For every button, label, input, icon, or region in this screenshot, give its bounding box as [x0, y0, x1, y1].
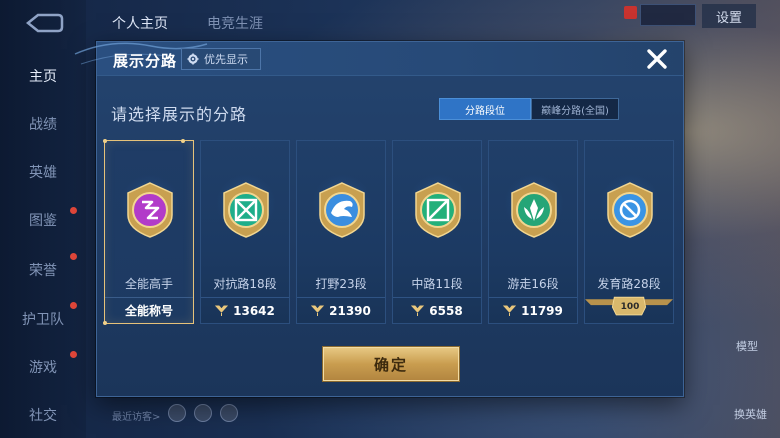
gear-icon: [187, 53, 199, 65]
lane-card-footer: 11799: [489, 297, 577, 323]
nav-item-honor[interactable]: 荣誉: [0, 260, 86, 280]
lane-score: 21390: [329, 303, 371, 318]
nav-item-games[interactable]: 游戏: [0, 357, 86, 377]
dialog-subtitle: 请选择展示的分路: [111, 105, 248, 124]
priority-display-button[interactable]: 优先显示: [181, 48, 261, 70]
clash-lane-emblem-icon: [223, 182, 269, 238]
avatar[interactable]: [220, 404, 238, 422]
avatar[interactable]: [194, 404, 212, 422]
lane-card-all-round[interactable]: 全能高手 全能称号: [103, 139, 194, 325]
lane-card-name: 打野23段: [315, 277, 367, 291]
lane-score: 13642: [233, 303, 275, 318]
mid-lane-emblem-icon: [415, 182, 461, 238]
lane-score: 6558: [429, 303, 463, 318]
corner-decoration: [181, 139, 185, 143]
lane-card-roam[interactable]: 游走16段 11799: [488, 140, 578, 324]
notification-dot: [70, 207, 77, 214]
lane-card-footer: 21390: [297, 297, 385, 323]
settings-button[interactable]: 设置: [702, 4, 756, 28]
lane-card-name: 对抗路18段: [213, 277, 277, 291]
change-hero-button[interactable]: 换英雄: [734, 406, 767, 422]
toggle-lane-rank[interactable]: 分路段位: [439, 98, 531, 120]
lane-card-footer: 全能称号: [105, 297, 193, 323]
lane-card-name: 全能高手: [124, 277, 173, 291]
priority-display-label: 优先显示: [204, 53, 248, 66]
nav-item-heroes[interactable]: 英雄: [0, 162, 86, 182]
nav-item-guard-team[interactable]: 护卫队: [0, 309, 86, 329]
lane-card-footer: 6558: [393, 297, 481, 323]
lane-mode-toggle: 分路段位 巅峰分路(全国): [439, 98, 619, 120]
all-round-title-label: 全能称号: [124, 304, 173, 318]
alert-badge: [624, 6, 637, 19]
notification-dot: [70, 253, 77, 260]
rank-badge-number: 100: [620, 302, 640, 312]
lane-card-farm-lane[interactable]: 发育路28段 100: [584, 140, 674, 324]
recent-visitors-link[interactable]: 最近访客>: [112, 408, 160, 423]
lane-card-footer: 13642: [201, 297, 289, 323]
lane-card-clash-lane[interactable]: 对抗路18段 13642: [200, 140, 290, 324]
close-icon: [647, 49, 667, 69]
dialog-header: 展示分路 优先显示: [74, 42, 683, 76]
all-round-emblem-icon: [127, 182, 173, 238]
notification-dot: [70, 302, 77, 309]
dialog-title: 展示分路: [113, 52, 178, 70]
model-button[interactable]: 模型: [736, 338, 758, 354]
confirm-button[interactable]: 确定: [323, 347, 459, 381]
rank-star-icon: [311, 305, 325, 316]
farm-lane-emblem-icon: [607, 182, 653, 238]
lane-card-name: 发育路28段: [597, 277, 661, 291]
toggle-peak-lane[interactable]: 巅峰分路(全国): [531, 98, 619, 120]
back-icon[interactable]: [22, 10, 64, 36]
avatar[interactable]: [168, 404, 186, 422]
rank-star-icon: [503, 305, 517, 316]
nav-item-social[interactable]: 社交: [0, 405, 86, 425]
jungle-emblem-icon: [319, 182, 365, 238]
close-button[interactable]: [642, 44, 672, 74]
lane-card-mid-lane[interactable]: 中路11段 6558: [392, 140, 482, 324]
rank-star-icon: [215, 305, 229, 316]
notification-dot: [70, 351, 77, 358]
rank-star-icon: [411, 305, 425, 316]
display-lane-dialog: 展示分路 优先显示 请选择展示的分路 分路段位 巅峰分路(全国) 全能高手 全能…: [74, 41, 684, 397]
nav-item-record[interactable]: 战绩: [0, 114, 86, 134]
lane-card-jungle[interactable]: 打野23段 21390: [296, 140, 386, 324]
lane-card-name: 中路11段: [411, 277, 463, 291]
tab-esports-career[interactable]: 电竞生涯: [207, 13, 263, 33]
corner-decoration: [103, 139, 107, 143]
currency-box: [640, 4, 696, 26]
lane-score: 11799: [521, 303, 563, 318]
roam-emblem-icon: [511, 182, 557, 238]
tab-personal-home[interactable]: 个人主页: [112, 13, 168, 33]
lane-card-name: 游走16段: [507, 277, 559, 291]
